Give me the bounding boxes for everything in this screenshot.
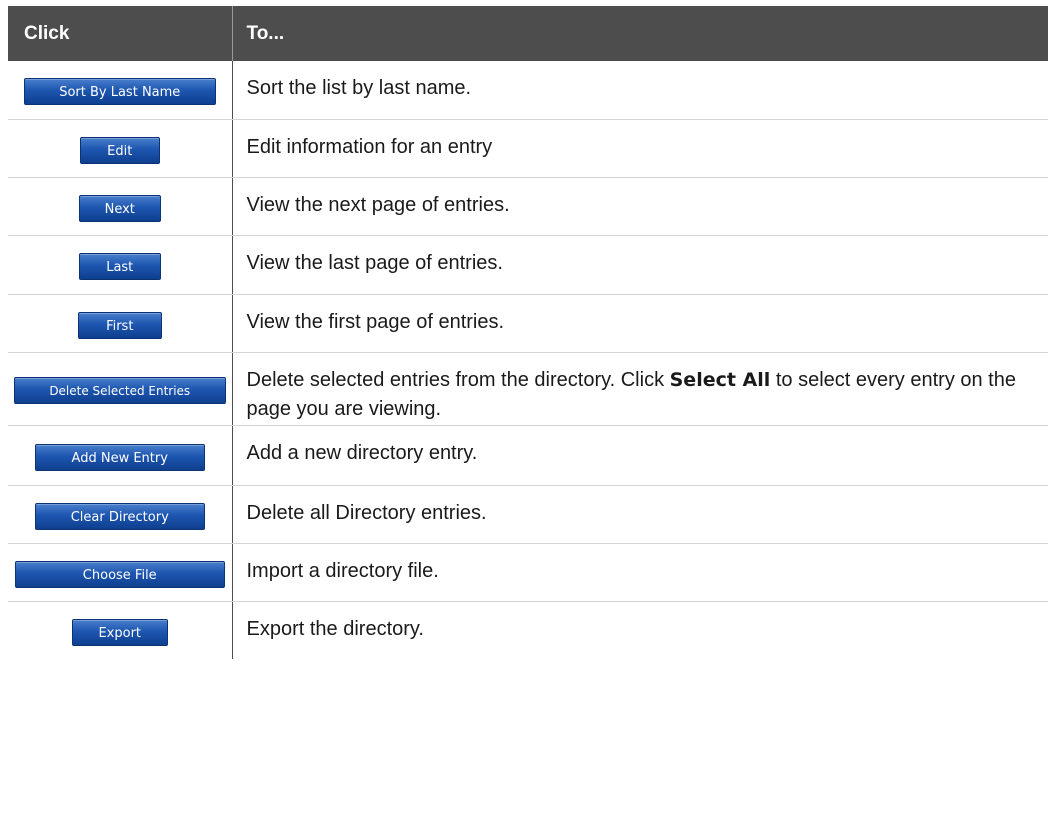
last-button[interactable]: Last [78,253,161,280]
table-row: Export Export the directory. [8,601,1048,659]
row-description: Delete selected entries from the directo… [231,352,1048,426]
table-header-row: Click To... [8,6,1048,61]
description-text: Delete selected entries from the directo… [246,368,670,391]
choose-file-button[interactable]: Choose File [14,560,225,588]
table-row: Next View the next page of entries. [8,177,1048,236]
sort-by-last-name-button[interactable]: Sort By Last Name [23,78,216,106]
table-row: Delete Selected Entries Delete selected … [8,352,1048,426]
export-button[interactable]: Export [71,618,168,646]
row-description: View the next page of entries. [231,177,1048,236]
button-reference-table: Click To... Sort By Last Name Sort the l… [8,6,1048,659]
row-description: Add a new directory entry. [231,425,1048,486]
header-click: Click [8,6,232,61]
table-row: Edit Edit information for an entry [8,119,1048,178]
first-button[interactable]: First [77,311,162,339]
table-row: Last View the last page of entries. [8,235,1048,295]
table-row: First View the first page of entries. [8,294,1048,353]
table-row: Add New Entry Add a new directory entry. [8,425,1048,486]
header-to: To... [231,6,1048,61]
next-button[interactable]: Next [78,194,161,222]
row-description: Sort the list by last name. [231,61,1048,120]
row-description: Export the directory. [231,601,1048,659]
edit-button[interactable]: Edit [79,136,160,164]
select-all-label: Select All [669,368,771,391]
row-description: View the last page of entries. [231,235,1048,295]
table-row: Sort By Last Name Sort the list by last … [8,61,1048,120]
add-new-entry-button[interactable]: Add New Entry [34,443,205,471]
table-row: Clear Directory Delete all Directory ent… [8,485,1048,544]
table-row: Choose File Import a directory file. [8,543,1048,602]
row-description: Edit information for an entry [231,119,1048,178]
delete-selected-entries-button[interactable]: Delete Selected Entries [13,377,226,404]
row-description: View the first page of entries. [231,294,1048,353]
row-description: Import a directory file. [231,543,1048,602]
row-description: Delete all Directory entries. [231,485,1048,544]
clear-directory-button[interactable]: Clear Directory [34,502,205,530]
